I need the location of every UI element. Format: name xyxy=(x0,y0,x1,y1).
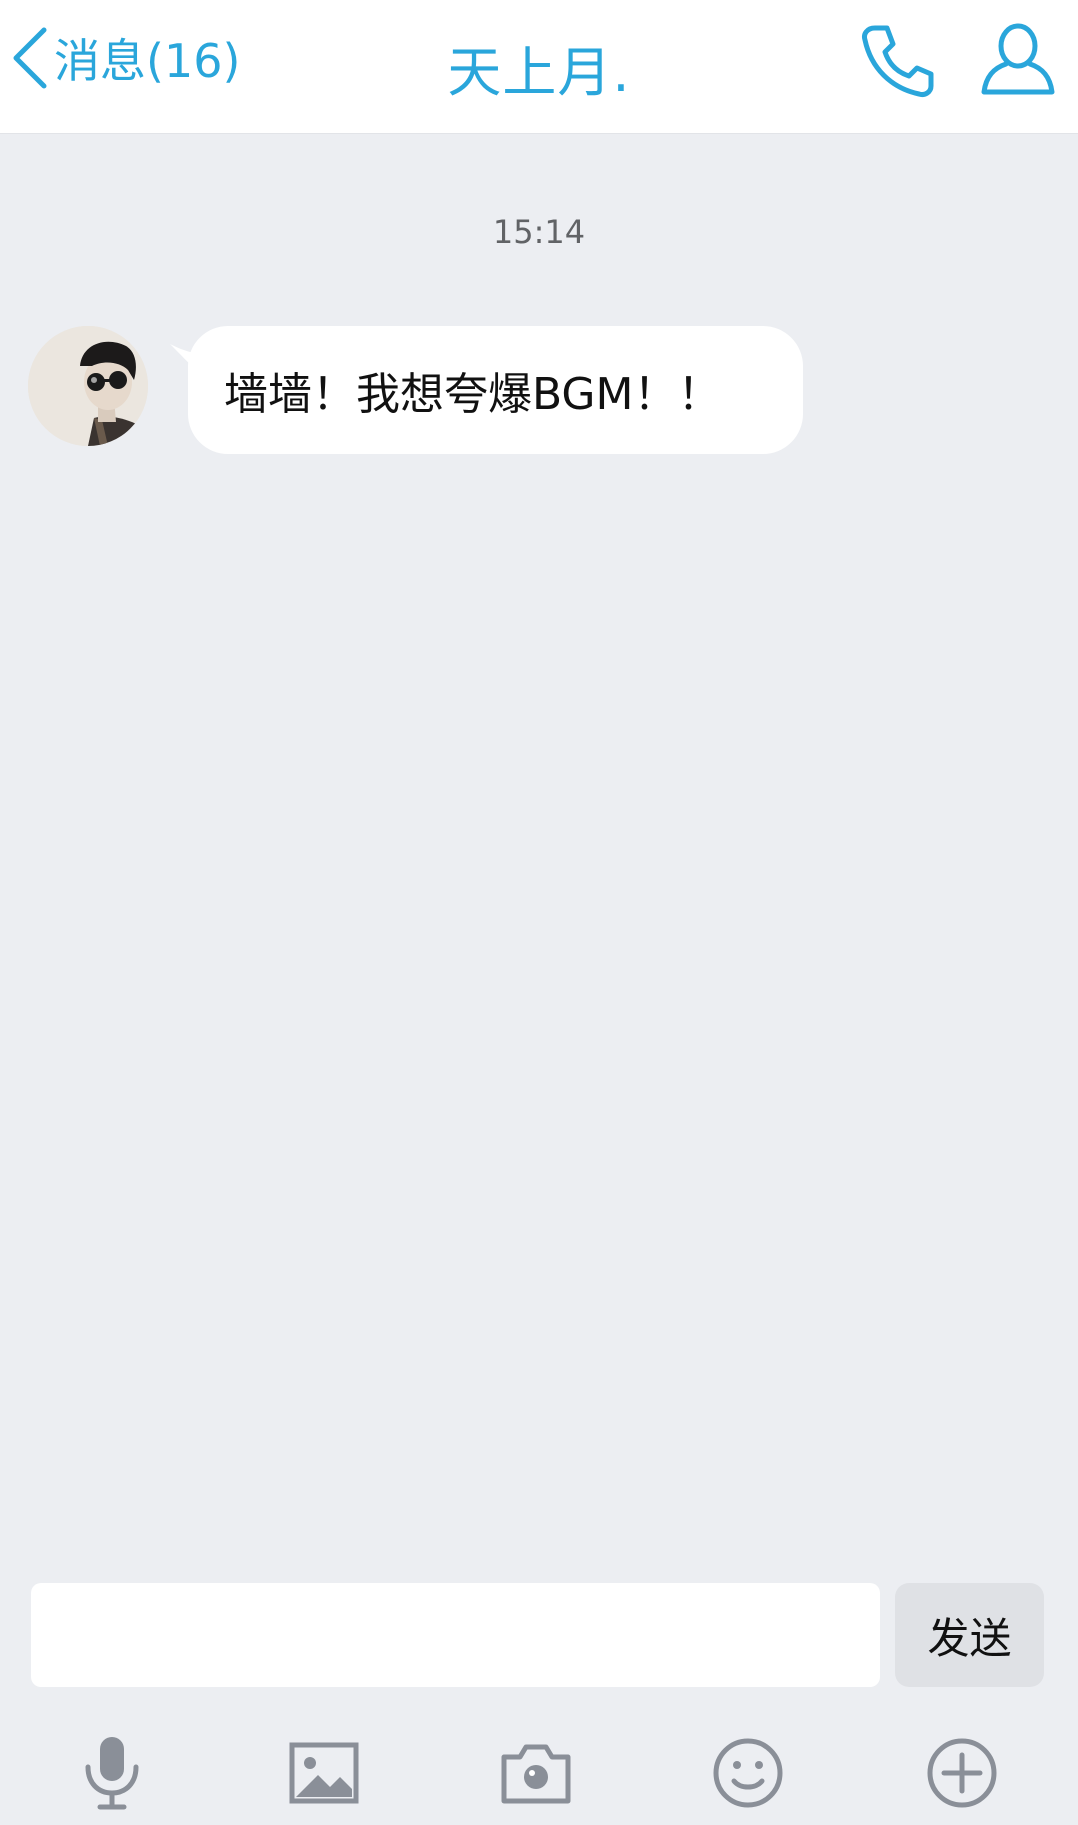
profile-button[interactable] xyxy=(978,20,1058,100)
send-button[interactable]: 发送 xyxy=(895,1583,1044,1687)
camera-icon xyxy=(496,1733,576,1813)
message-text: 墙墙！我想夸爆BGM！！ xyxy=(224,369,722,420)
microphone-icon xyxy=(72,1733,152,1813)
call-button[interactable] xyxy=(857,20,937,100)
avatar[interactable] xyxy=(28,326,148,446)
image-button[interactable] xyxy=(284,1733,364,1813)
more-button[interactable] xyxy=(922,1733,1002,1813)
add-icon xyxy=(922,1733,1002,1813)
chat-header: 消息(16) 天上月. xyxy=(0,0,1078,133)
voice-button[interactable] xyxy=(72,1733,152,1813)
avatar-photo xyxy=(28,326,148,446)
message-bubble[interactable]: 墙墙！我想夸爆BGM！！ xyxy=(188,326,803,454)
phone-icon xyxy=(857,25,937,104)
image-icon xyxy=(284,1733,364,1813)
profile-icon xyxy=(978,23,1058,104)
message-input[interactable] xyxy=(31,1583,880,1687)
emoji-icon xyxy=(708,1733,788,1813)
emoji-button[interactable] xyxy=(708,1733,788,1813)
camera-button[interactable] xyxy=(496,1733,576,1813)
message-timestamp: 15:14 xyxy=(492,213,586,251)
